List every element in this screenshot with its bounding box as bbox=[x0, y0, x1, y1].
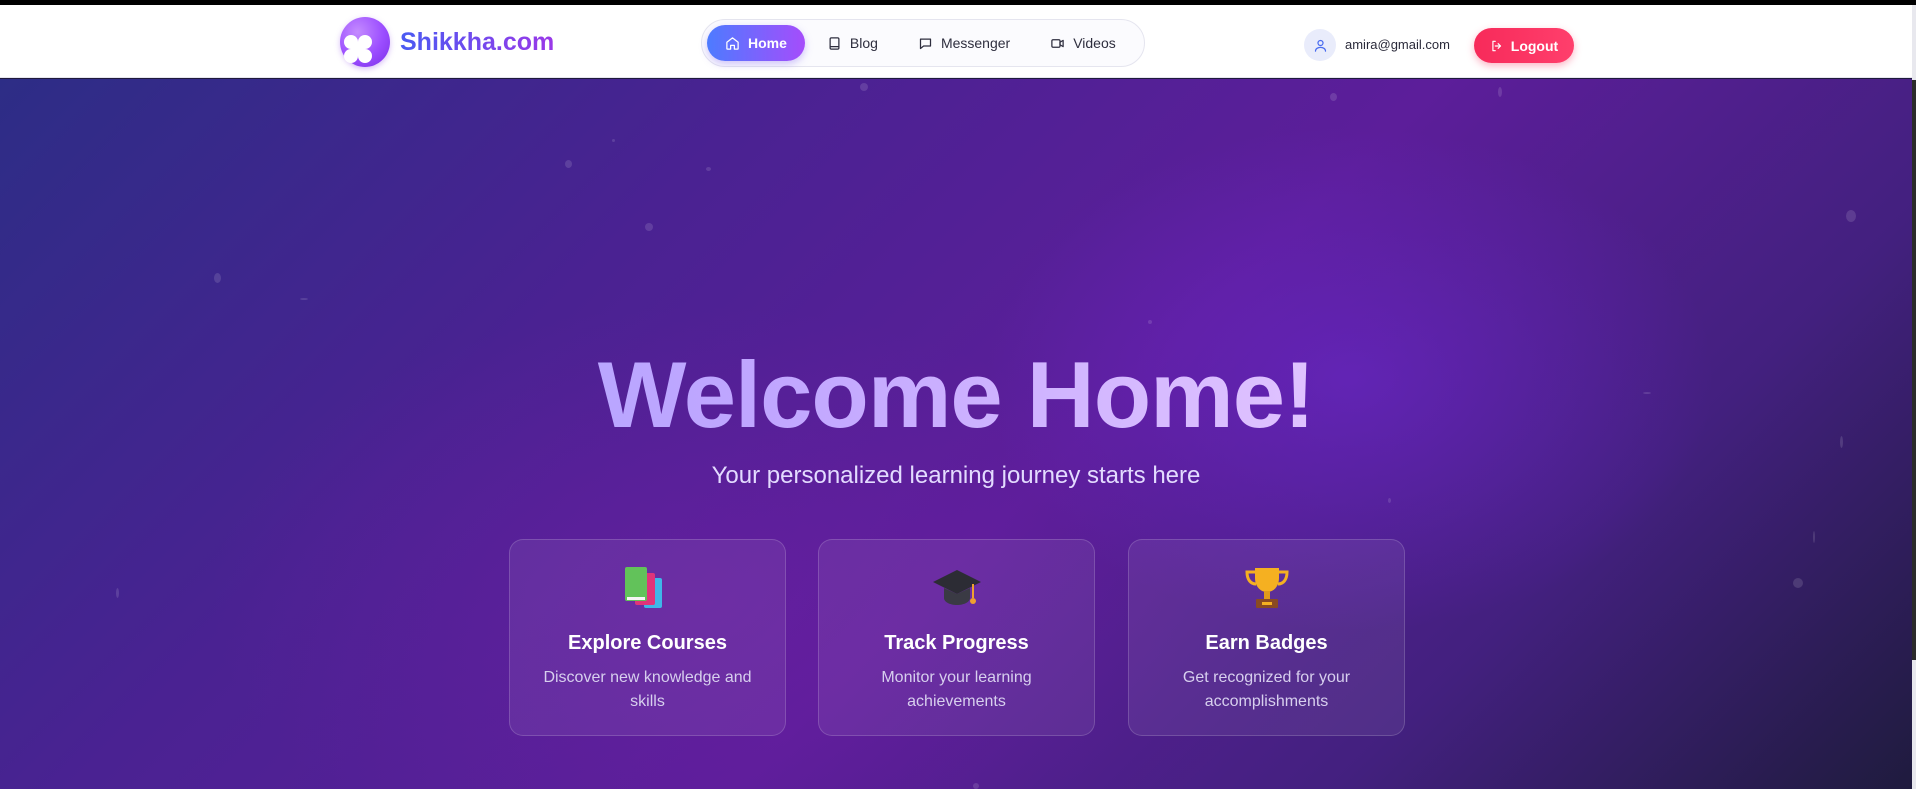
brand-name: Shikkha.com bbox=[400, 27, 555, 56]
feature-card-earn-badges[interactable]: Earn Badges Get recognized for your acco… bbox=[1128, 539, 1405, 736]
logout-icon bbox=[1492, 40, 1501, 51]
nav-home-label: Home bbox=[748, 35, 787, 51]
hero-title: Welcome Home! bbox=[0, 341, 1912, 449]
nav-blog-label: Blog bbox=[849, 35, 878, 51]
hero-subtitle: Your personalized learning journey start… bbox=[711, 462, 1201, 489]
page-scrollbar[interactable] bbox=[1912, 5, 1916, 789]
video-icon bbox=[1051, 38, 1064, 48]
feature-title: Earn Badges bbox=[1205, 632, 1328, 654]
brand-logo[interactable]: Shikkha.com bbox=[340, 17, 554, 67]
user-icon bbox=[1314, 39, 1326, 52]
home-icon bbox=[726, 36, 739, 50]
logo-icon bbox=[340, 17, 390, 67]
nav-videos[interactable]: Videos bbox=[1032, 25, 1134, 61]
nav-home[interactable]: Home bbox=[707, 25, 805, 61]
books-icon bbox=[510, 564, 785, 612]
feature-title: Explore Courses bbox=[568, 632, 727, 654]
user-avatar[interactable] bbox=[1304, 29, 1336, 61]
chat-icon bbox=[919, 38, 932, 49]
book-icon bbox=[829, 36, 840, 50]
navbar: Shikkha.com Home Blog Messenger Videos a… bbox=[0, 5, 1912, 78]
nav-messenger-label: Messenger bbox=[940, 35, 1011, 51]
logout-label: Logout bbox=[1510, 37, 1559, 54]
feature-description: Monitor your learning achievements bbox=[881, 669, 1032, 710]
trophy-icon bbox=[1129, 564, 1404, 612]
feature-description: Discover new knowledge and skills bbox=[543, 669, 752, 710]
feature-title: Track Progress bbox=[884, 632, 1029, 654]
hero-section: Welcome Home! Your personalized learning… bbox=[0, 79, 1912, 789]
nav-videos-label: Videos bbox=[1073, 35, 1116, 51]
graduation-cap-icon bbox=[819, 564, 1094, 612]
feature-card-explore-courses[interactable]: Explore Courses Discover new knowledge a… bbox=[509, 539, 786, 736]
user-email: amira@gmail.com bbox=[1345, 37, 1450, 52]
feature-card-track-progress[interactable]: Track Progress Monitor your learning ach… bbox=[818, 539, 1095, 736]
nav-blog[interactable]: Blog bbox=[809, 25, 896, 61]
scrollbar-thumb[interactable] bbox=[1912, 80, 1916, 660]
logout-button[interactable]: Logout bbox=[1474, 28, 1574, 63]
feature-description: Get recognized for your accomplishments bbox=[1182, 669, 1351, 710]
main-nav: Home Blog Messenger Videos bbox=[701, 19, 1145, 67]
nav-messenger[interactable]: Messenger bbox=[900, 25, 1028, 61]
